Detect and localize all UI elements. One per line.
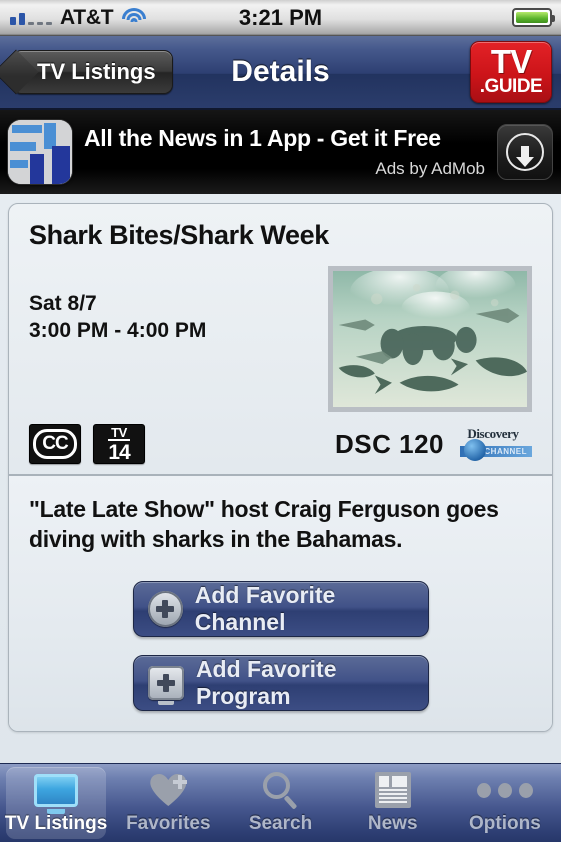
add-favorite-channel-button[interactable]: Add Favorite Channel [132, 580, 429, 637]
plus-tv-icon [147, 665, 184, 700]
channel-label: DSC 120 [335, 428, 444, 459]
cc-label: CC [33, 429, 77, 459]
ad-attribution: Ads by AdMob [375, 159, 485, 178]
back-button-label: TV Listings [37, 59, 156, 84]
thumbnail-artwork [333, 271, 527, 407]
channel-info: DSC 120 Discovery CHANNEL [335, 426, 532, 462]
tab-search-label: Search [248, 813, 313, 834]
discovery-globe-icon [464, 439, 486, 461]
discovery-logo-word: Discovery [467, 426, 519, 441]
program-details-card: Shark Bites/Shark Week Sat 8/7 3:00 PM -… [8, 203, 553, 732]
add-favorite-channel-label: Add Favorite Channel [194, 581, 336, 635]
tab-news-label: News [367, 813, 418, 834]
ad-download-button[interactable] [497, 124, 553, 180]
program-title: Shark Bites/Shark Week [29, 220, 329, 250]
rating-value: 14 [108, 438, 131, 464]
program-badges-row: CC TV 14 DSC 120 Discovery CHANNEL [29, 424, 532, 464]
ad-text: All the News in 1 App - Get it Free Ads … [72, 125, 497, 179]
tab-favorites[interactable]: Favorites [112, 764, 224, 842]
status-bar: AT&T 3:21 PM [0, 0, 561, 36]
action-buttons: Add Favorite Channel Add Favorite Progra… [29, 580, 532, 711]
tvguide-logo: TV .GUIDE [470, 41, 552, 103]
tvguide-logo-guide: .GUIDE [479, 75, 543, 97]
program-description-section: "Late Late Show" host Craig Ferguson goe… [9, 476, 552, 731]
tab-tv-listings-label: TV Listings [4, 813, 108, 834]
app-screen: AT&T 3:21 PM TV Listings Details TV .GUI… [0, 0, 561, 842]
ad-title: All the News in 1 App - Get it Free [84, 125, 441, 151]
newspaper-icon [374, 771, 411, 809]
status-clock: 3:21 PM [238, 4, 323, 30]
tv-icon [34, 771, 79, 809]
tab-search[interactable]: Search [224, 764, 336, 842]
program-description: "Late Late Show" host Craig Ferguson goe… [29, 496, 499, 553]
ellipsis-icon [476, 771, 533, 809]
rating-prefix: TV [111, 424, 127, 440]
battery-icon [512, 8, 555, 27]
ad-banner[interactable]: All the News in 1 App - Get it Free Ads … [0, 110, 561, 194]
tab-favorites-label: Favorites [126, 813, 211, 834]
add-favorite-program-label: Add Favorite Program [195, 655, 337, 709]
add-favorite-program-button[interactable]: Add Favorite Program [132, 654, 429, 711]
heart-plus-icon [150, 771, 188, 809]
tab-tv-listings[interactable]: TV Listings [0, 764, 112, 842]
news-app-icon [8, 120, 72, 184]
discovery-channel-logo: Discovery CHANNEL [454, 426, 532, 462]
tab-bar: TV Listings Favorites Search News Option… [0, 763, 561, 842]
tab-news[interactable]: News [337, 764, 449, 842]
download-arrow-icon [506, 133, 544, 171]
main-content: Shark Bites/Shark Week Sat 8/7 3:00 PM -… [0, 194, 561, 763]
navigation-bar: TV Listings Details TV .GUIDE [0, 36, 561, 110]
back-button[interactable]: TV Listings [14, 50, 173, 94]
magnifier-icon [262, 771, 299, 810]
tvguide-logo-tv: TV [490, 43, 532, 81]
tab-options[interactable]: Options [449, 764, 561, 842]
plus-circle-icon [147, 590, 183, 627]
program-summary: Shark Bites/Shark Week Sat 8/7 3:00 PM -… [9, 204, 552, 474]
discovery-logo-sub: CHANNEL [484, 447, 527, 456]
closed-caption-badge: CC [29, 424, 81, 464]
tv-rating-badge: TV 14 [93, 424, 145, 464]
tab-options-label: Options [469, 813, 541, 834]
shark-dive-photo [328, 266, 532, 412]
